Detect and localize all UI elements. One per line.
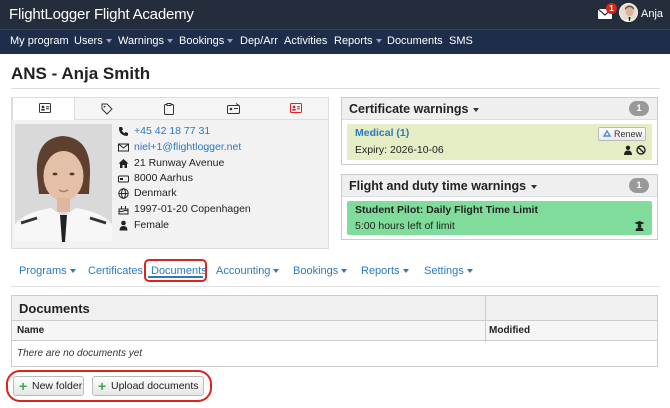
tab-profile[interactable] [12,98,75,121]
column-name[interactable]: Name [17,325,44,336]
nav-activities[interactable]: Activities [284,35,327,47]
nav-bookings[interactable]: Bookings [179,35,234,47]
tab-notes[interactable] [138,98,201,120]
tab-reports[interactable]: Reports [361,265,409,277]
certificate-warnings-panel: Certificate warnings 1 Medical (1) Expir… [341,97,658,165]
table-header: Name Modified [12,321,657,341]
tab-bookings[interactable]: Bookings [293,265,348,277]
chevron-down-icon [531,184,538,189]
license-icon [290,103,302,113]
student-pilot-icon [634,221,645,231]
nav-reports[interactable]: Reports [334,35,382,47]
chevron-down-icon [167,39,174,44]
chevron-down-icon [466,269,473,274]
phone-link[interactable]: +45 42 18 77 31 [134,125,210,137]
recycle-icon [602,130,612,137]
nav-my-program[interactable]: My program [10,35,69,47]
profile-photo [15,124,112,242]
flight-duty-warning-item: Student Pilot: Daily Flight Time Limit 5… [347,201,652,235]
id-badge-icon [227,103,240,114]
new-folder-button[interactable]: + New folder [13,376,84,396]
tab-contacts[interactable] [201,98,264,120]
birthday-icon [118,206,129,215]
divider [11,286,660,287]
clipboard-icon [164,103,174,115]
panel-title: Flight and duty time warnings [349,179,538,193]
profile-tabs [12,98,328,121]
divider [11,88,660,89]
certificate-warning-item: Medical (1) Expiry: 2026-10-06 Renew [347,124,652,160]
empty-message: There are no documents yet [17,348,143,359]
flight-duty-warnings-header[interactable]: Flight and duty time warnings 1 [342,175,657,197]
tab-license[interactable] [264,98,327,120]
id-card-icon [39,103,51,113]
chevron-down-icon [69,269,76,274]
nav-sms[interactable]: SMS [449,35,473,47]
ban-icon [636,145,646,155]
chevron-down-icon [375,39,382,44]
envelope-icon [118,143,129,152]
user-icon [119,220,128,231]
page-title: ANS - Anja Smith [11,64,151,83]
profile-card: +45 42 18 77 31 niel+1@flightlogger.net … [11,97,329,249]
tab-documents[interactable]: Documents [151,265,207,277]
chevron-down-icon [227,39,234,44]
warning-title: Student Pilot: Daily Flight Time Limit [355,204,538,216]
tab-programs[interactable]: Programs [19,265,76,277]
chevron-down-icon [273,269,280,274]
column-divider [485,296,486,342]
nav-dep-arr[interactable]: Dep/Arr [240,35,278,47]
home-icon [118,159,129,168]
flight-duty-warnings-panel: Flight and duty time warnings 1 Student … [341,174,658,240]
profile-body: +45 42 18 77 31 niel+1@flightlogger.net … [12,120,328,248]
certificate-warnings-header[interactable]: Certificate warnings 1 [342,98,657,120]
panel-title: Certificate warnings [349,102,480,116]
tab-certificates[interactable]: Certificates [88,265,143,277]
globe-icon [118,188,129,199]
documents-header: Documents [12,296,657,321]
main-nav: My program Users Warnings Bookings Dep/A… [0,29,670,54]
chevron-down-icon [473,107,480,112]
user-menu[interactable]: Anja [641,8,663,20]
table-row: There are no documents yet [12,342,657,366]
nav-documents[interactable]: Documents [387,35,443,47]
top-bar: FlightLogger Flight Academy [0,0,670,29]
medical-link[interactable]: Medical (1) [355,127,409,139]
tab-settings[interactable]: Settings [424,265,473,277]
documents-panel: Documents Name Modified There are no doc… [11,295,658,367]
chevron-down-icon [105,39,112,44]
tab-accounting[interactable]: Accounting [216,265,280,277]
chevron-down-icon [341,269,348,274]
phone-icon [119,127,128,136]
count-badge: 1 [629,178,649,193]
warning-detail: 5:00 hours left of limit [355,220,455,232]
notification-badge[interactable]: 1 [606,3,617,14]
expiry-text: Expiry: 2026-10-06 [355,144,444,156]
user-icon [624,145,632,155]
tab-tags[interactable] [75,98,138,120]
email-link[interactable]: niel+1@flightlogger.net [134,141,241,153]
upload-documents-button[interactable]: + Upload documents [92,376,204,396]
nav-users[interactable]: Users [74,35,112,47]
plus-icon: + [98,378,107,394]
panel-title: Documents [19,301,90,316]
tag-icon [101,103,113,115]
renew-button[interactable]: Renew [598,127,646,141]
count-badge: 1 [629,101,649,116]
avatar[interactable] [619,3,638,22]
mailbox-icon [118,175,129,183]
app-title[interactable]: FlightLogger Flight Academy [9,6,194,23]
plus-icon: + [19,378,28,394]
nav-warnings[interactable]: Warnings [118,35,174,47]
column-modified[interactable]: Modified [489,325,530,336]
chevron-down-icon [402,269,409,274]
